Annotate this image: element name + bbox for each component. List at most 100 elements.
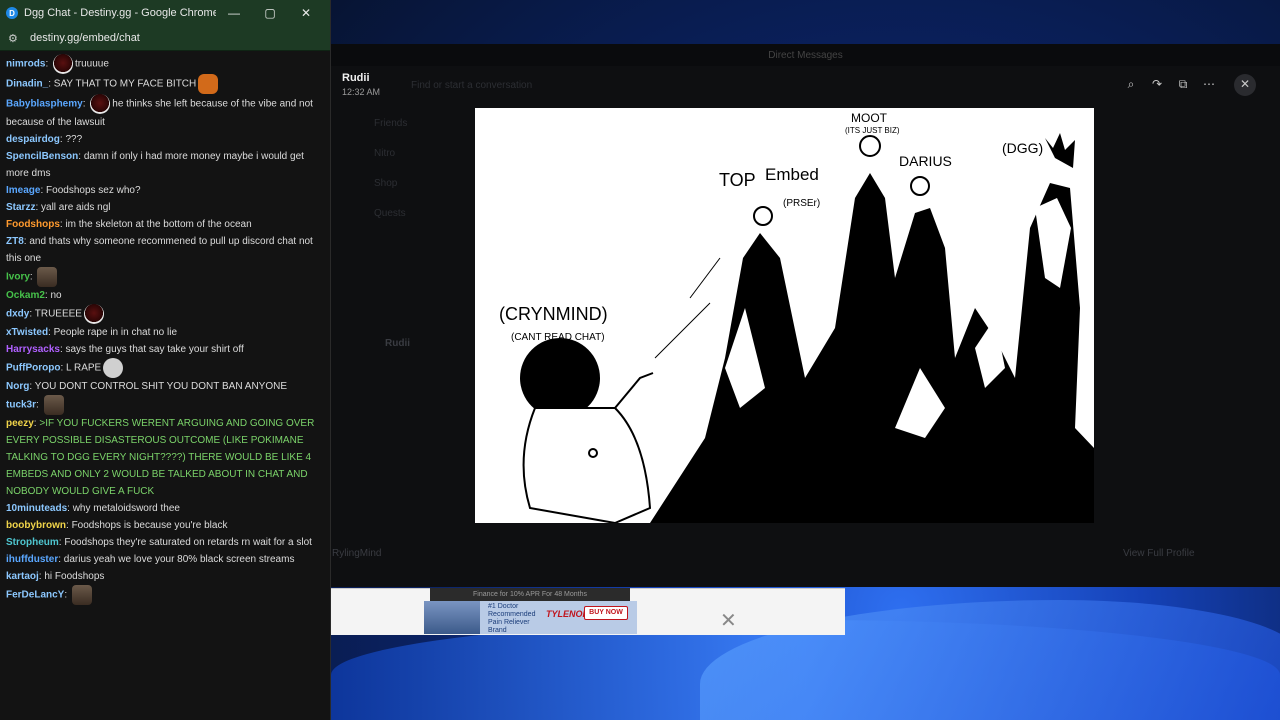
chat-text: yall are aids ngl (41, 202, 111, 213)
chat-username[interactable]: despairdog (6, 134, 60, 145)
drawing-label-biz: (ITS JUST BIZ) (845, 126, 900, 135)
chat-username[interactable]: Stropheum (6, 537, 59, 548)
discord-nav-friends[interactable]: Friends (374, 118, 407, 129)
drawing-label-dgg: (DGG) (1002, 140, 1043, 156)
chat-message: Dinadin_: SAY THAT TO MY FACE BITCH (6, 74, 325, 94)
chat-username[interactable]: tuck3r (6, 400, 36, 411)
drawing-label-moot: MOOT (851, 111, 888, 125)
drawing-label-darius: DARIUS (899, 153, 952, 169)
chat-username[interactable]: Harrysacks (6, 344, 60, 355)
close-icon[interactable]: ✕ (1234, 74, 1256, 96)
ad-buy-button[interactable]: BUY NOW (584, 606, 628, 620)
chat-message: peezy: >IF YOU FUCKERS WERENT ARGUING AN… (6, 418, 315, 497)
chat-username[interactable]: kartaoj (6, 571, 39, 582)
ad-close-icon[interactable]: ✕ (720, 608, 737, 633)
discord-dm-rudii[interactable]: Rudii (385, 338, 410, 349)
ad-card[interactable]: #1 Doctor Recommended Pain Reliever Bran… (424, 601, 637, 634)
chat-username[interactable]: Norg (6, 381, 29, 392)
chat-text: why metaloidsword thee (72, 503, 180, 514)
chat-message: PuffPoropo: L RAPE (6, 358, 325, 378)
discord-nav-nitro[interactable]: Nitro (374, 148, 395, 159)
chat-text: hi Foodshops (44, 571, 105, 582)
chat-username[interactable]: Ockam2 (6, 290, 45, 301)
forward-icon[interactable]: ↷ (1146, 74, 1168, 94)
chat-message: nimrods: truuuue (6, 54, 325, 74)
window-title: Dgg Chat - Destiny.gg - Google Chrome (24, 7, 216, 19)
url-text[interactable]: destiny.gg/embed/chat (30, 32, 140, 44)
chrome-titlebar: D Dgg Chat - Destiny.gg - Google Chrome … (0, 0, 330, 26)
attached-drawing[interactable]: MOOT (ITS JUST BIZ) TOP Embed (PRSEr) DA… (475, 108, 1094, 523)
ad-line: Brand (488, 627, 507, 634)
drawing-label-prser: (PRSEr) (783, 198, 820, 209)
ad-banner-text[interactable]: Finance for 10% APR For 48 Months (430, 588, 630, 602)
minimize-button[interactable]: — (216, 6, 252, 20)
chat-message: tuck3r: (6, 395, 325, 415)
ad-line: #1 Doctor (488, 603, 519, 610)
chat-username[interactable]: PuffPoropo (6, 363, 60, 374)
chat-message: boobybrown: Foodshops is because you're … (6, 520, 228, 531)
chat-message: ZT8: and thats why someone recommened to… (6, 236, 313, 264)
emote-icon (53, 54, 74, 74)
chat-username[interactable]: ihuffduster (6, 554, 58, 565)
chat-username[interactable]: FerDeLancY (6, 590, 64, 601)
chat-message: despairdog: ??? (6, 134, 83, 145)
drawing-label-crynmind: (CRYNMIND) (499, 304, 608, 324)
chat-username[interactable]: Imeage (6, 185, 40, 196)
emote-icon (198, 74, 219, 94)
chat-username[interactable]: peezy (6, 418, 34, 429)
chat-message: Foodshops: im the skeleton at the bottom… (6, 219, 252, 230)
drawing-svg: MOOT (ITS JUST BIZ) TOP Embed (PRSEr) DA… (475, 108, 1094, 523)
chat-text: truuuue (75, 58, 109, 70)
discord-nav-shop[interactable]: Shop (374, 178, 397, 189)
chat-text: ??? (65, 134, 83, 145)
chat-message: xTwisted: People rape in in chat no lie (6, 327, 178, 338)
maximize-button[interactable]: ▢ (252, 6, 288, 20)
emote-icon (43, 395, 64, 415)
sender-time: 12:32 AM (342, 87, 381, 97)
chat-text: Foodshops sez who? (46, 185, 141, 196)
chat-username[interactable]: Foodshops (6, 219, 60, 230)
chat-message: Ockam2: no (6, 290, 62, 301)
chat-message: dxdy: TRUEEEE (6, 304, 325, 324)
site-settings-icon[interactable]: ⚙ (8, 32, 22, 45)
chat-username[interactable]: dxdy (6, 309, 29, 320)
chat-username[interactable]: xTwisted (6, 327, 48, 338)
chat-text: darius yeah we love your 80% black scree… (63, 554, 295, 565)
open-icon[interactable]: ⧉ (1172, 74, 1194, 94)
close-button[interactable]: ✕ (288, 6, 324, 20)
zoom-icon[interactable]: ⌕ (1120, 74, 1142, 94)
chat-message: Stropheum: Foodshops they're saturated o… (6, 537, 312, 548)
chat-message: kartaoj: hi Foodshops (6, 571, 105, 582)
emote-icon (71, 585, 92, 605)
chat-username[interactable]: Babyblasphemy (6, 99, 83, 110)
chat-username[interactable]: SpencilBenson (6, 151, 78, 162)
ad-line: Recommended (488, 611, 536, 618)
chat-username[interactable]: boobybrown (6, 520, 66, 531)
chat-username[interactable]: nimrods (6, 59, 45, 70)
chat-username[interactable]: 10minuteads (6, 503, 67, 514)
more-icon[interactable]: ⋯ (1198, 74, 1220, 94)
view-profile-link[interactable]: View Full Profile (1123, 548, 1195, 559)
drawing-label-embed: Embed (765, 165, 819, 184)
chat-username[interactable]: ZT8 (6, 236, 24, 247)
chat-message: ihuffduster: darius yeah we love your 80… (6, 554, 295, 565)
chrome-window: D Dgg Chat - Destiny.gg - Google Chrome … (0, 0, 331, 720)
discord-search[interactable]: Find or start a conversation (411, 80, 532, 91)
destiny-favicon-icon: D (6, 7, 18, 19)
chat-list: nimrods: truuuue Dinadin_: SAY THAT TO MY… (0, 52, 331, 720)
sender-name: Rudii (342, 72, 370, 84)
chat-message: 10minuteads: why metaloidsword thee (6, 503, 180, 514)
chat-username[interactable]: Ivory (6, 272, 30, 283)
chat-message: Norg: YOU DONT CONTROL SHIT YOU DONT BAN… (6, 381, 287, 392)
ad-image (424, 601, 480, 634)
chat-username[interactable]: Starzz (6, 202, 35, 213)
ad-copy: #1 Doctor Recommended Pain Reliever Bran… (488, 603, 535, 635)
ad-brand: TYLENOL (546, 609, 588, 619)
discord-window-title: Direct Messages (768, 49, 843, 61)
chat-message: FerDeLancY: (6, 585, 325, 605)
chat-text: >IF YOU FUCKERS WERENT ARGUING AND GOING… (6, 418, 315, 497)
chat-message: SpencilBenson: damn if only i had more m… (6, 151, 304, 179)
discord-nav-quests[interactable]: Quests (374, 208, 406, 219)
chat-username[interactable]: Dinadin_ (6, 79, 48, 90)
address-bar[interactable]: ⚙ destiny.gg/embed/chat (0, 26, 330, 51)
